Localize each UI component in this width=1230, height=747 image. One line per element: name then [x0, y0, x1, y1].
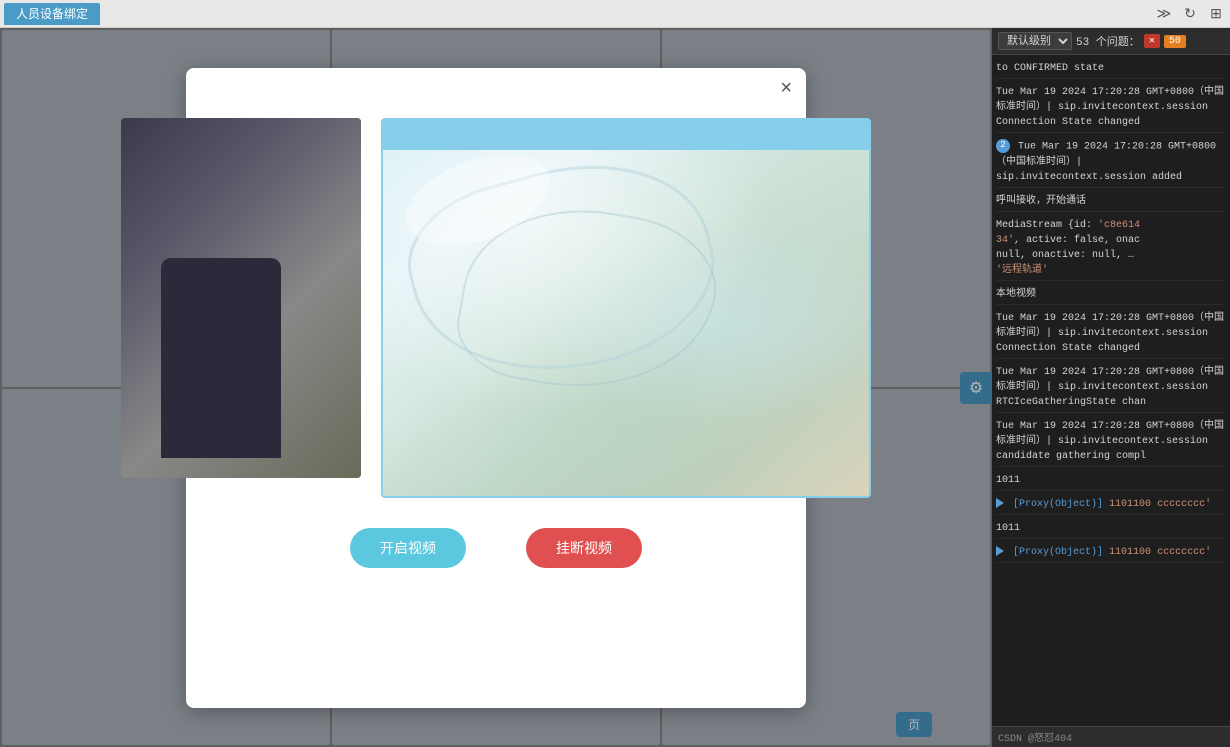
- more-icon[interactable]: ≫: [1154, 4, 1174, 24]
- ice-text: Tue Mar 19 2024 17:20:28 GMT+0800（中国标准时间…: [996, 367, 1224, 408]
- start-video-label: 开启视频: [380, 540, 436, 556]
- level-selector[interactable]: 默认级别 详细 信息 警告 错误: [998, 32, 1072, 50]
- ms-remote: '远程轨道': [996, 265, 1048, 276]
- console-entry-confirmed: to CONFIRMED state: [996, 59, 1226, 79]
- modal-overlay: ×: [0, 28, 992, 747]
- triangle-icon-1[interactable]: [996, 498, 1004, 508]
- main-layout: ⚙ 页 ×: [0, 28, 1230, 747]
- start-video-button[interactable]: 开启视频: [350, 528, 466, 568]
- mediastream-line2: 34', active: false, onac: [996, 233, 1226, 248]
- console-content[interactable]: to CONFIRMED state Tue Mar 19 2024 17:20…: [992, 55, 1230, 726]
- local-text: 本地视频: [996, 289, 1036, 300]
- local-video-box: [121, 118, 361, 478]
- ms-text3: null, onactive: null, …: [996, 250, 1134, 261]
- console-entry-mediastream: MediaStream {id: 'c8e614 34', active: fa…: [996, 216, 1226, 281]
- issues-label: 53 个问题：: [1076, 33, 1140, 49]
- remote-video-box: [381, 118, 871, 498]
- conn2-text: Tue Mar 19 2024 17:20:28 GMT+0800（中国标准时间…: [996, 313, 1224, 354]
- ms-text2: , active: false, onac: [1014, 235, 1140, 246]
- proxy1-val: 1101100: [1109, 499, 1151, 510]
- hangup-video-label: 挂断视频: [556, 540, 612, 556]
- top-bar: 人员设备绑定 ≫ ↻ ⊞: [0, 0, 1230, 28]
- console-entry-proxy1: [Proxy(Object)] 1101100 cccccccc': [996, 495, 1226, 515]
- console-entry-conn2: Tue Mar 19 2024 17:20:28 GMT+0800（中国标准时间…: [996, 309, 1226, 359]
- num-1011a: 1011: [996, 475, 1020, 486]
- candidate-text: Tue Mar 19 2024 17:20:28 GMT+0800（中国标准时间…: [996, 421, 1224, 462]
- console-entry-proxy2: [Proxy(Object)] 1101100 cccccccc': [996, 543, 1226, 563]
- badge-2: 2: [996, 139, 1010, 153]
- console-footer: CSDN @怒怼404: [992, 726, 1230, 747]
- console-entry-ice: Tue Mar 19 2024 17:20:28 GMT+0800（中国标准时间…: [996, 363, 1226, 413]
- main-tab[interactable]: 人员设备绑定: [4, 3, 100, 25]
- console-entry-1011a: 1011: [996, 471, 1226, 491]
- proxy2-end: cccccccc': [1157, 547, 1211, 558]
- top-bar-actions: ≫ ↻ ⊞: [1154, 4, 1226, 24]
- tab-label: 人员设备绑定: [16, 5, 88, 22]
- video-modal: ×: [186, 68, 806, 708]
- mediastream-line1: MediaStream {id: 'c8e614: [996, 218, 1226, 233]
- mediastream-remote: '远程轨道': [996, 263, 1226, 278]
- ms-id: 'c8e614: [1098, 220, 1140, 231]
- call-text: 呼叫接收，开始通话: [996, 196, 1086, 207]
- conn1-text: Tue Mar 19 2024 17:20:28 GMT+0800（中国标准时间…: [996, 87, 1224, 128]
- jacket-decoration: [161, 258, 281, 458]
- proxy2-val: 1101100: [1109, 547, 1151, 558]
- proxy2-text: [Proxy(Object)]: [1013, 547, 1109, 558]
- content-area: ⚙ 页 ×: [0, 28, 992, 747]
- console-entry-call: 呼叫接收，开始通话: [996, 192, 1226, 212]
- issues-x-badge: ✕: [1144, 34, 1160, 48]
- console-entry-candidate: Tue Mar 19 2024 17:20:28 GMT+0800（中国标准时间…: [996, 417, 1226, 467]
- footer-text: CSDN @怒怼404: [998, 734, 1072, 745]
- proxy1-text: [Proxy(Object)]: [1013, 499, 1109, 510]
- console-entry-1011b: 1011: [996, 519, 1226, 539]
- confirmed-text: to CONFIRMED state: [996, 63, 1104, 74]
- remote-video-feed: [383, 150, 869, 496]
- proxy1-end: cccccccc': [1157, 499, 1211, 510]
- console-entry-local: 本地视频: [996, 285, 1226, 305]
- grid-icon[interactable]: ⊞: [1206, 4, 1226, 24]
- modal-buttons: 开启视频 挂断视频: [350, 528, 642, 568]
- console-entry-added: 2 Tue Mar 19 2024 17:20:28 GMT+0800（中国标准…: [996, 137, 1226, 188]
- modal-close-button[interactable]: ×: [780, 78, 792, 98]
- console-panel: 默认级别 详细 信息 警告 错误 53 个问题： ✕ 50 to CONFIRM…: [992, 28, 1230, 747]
- issues-count-badge: 50: [1164, 35, 1186, 48]
- added-text: Tue Mar 19 2024 17:20:28 GMT+0800（中国标准时间…: [996, 142, 1216, 183]
- triangle-icon-2[interactable]: [996, 546, 1004, 556]
- local-video-feed: [121, 118, 361, 478]
- console-entry-conn1: Tue Mar 19 2024 17:20:28 GMT+0800（中国标准时间…: [996, 83, 1226, 133]
- ms-text1: MediaStream {id:: [996, 220, 1098, 231]
- ms-id2: 34': [996, 235, 1014, 246]
- num-1011b: 1011: [996, 523, 1020, 534]
- mediastream-line3: null, onactive: null, …: [996, 248, 1226, 263]
- refresh-icon[interactable]: ↻: [1180, 4, 1200, 24]
- close-icon: ×: [780, 77, 792, 99]
- hangup-video-button[interactable]: 挂断视频: [526, 528, 642, 568]
- video-container: [121, 118, 871, 498]
- console-header: 默认级别 详细 信息 警告 错误 53 个问题： ✕ 50: [992, 28, 1230, 55]
